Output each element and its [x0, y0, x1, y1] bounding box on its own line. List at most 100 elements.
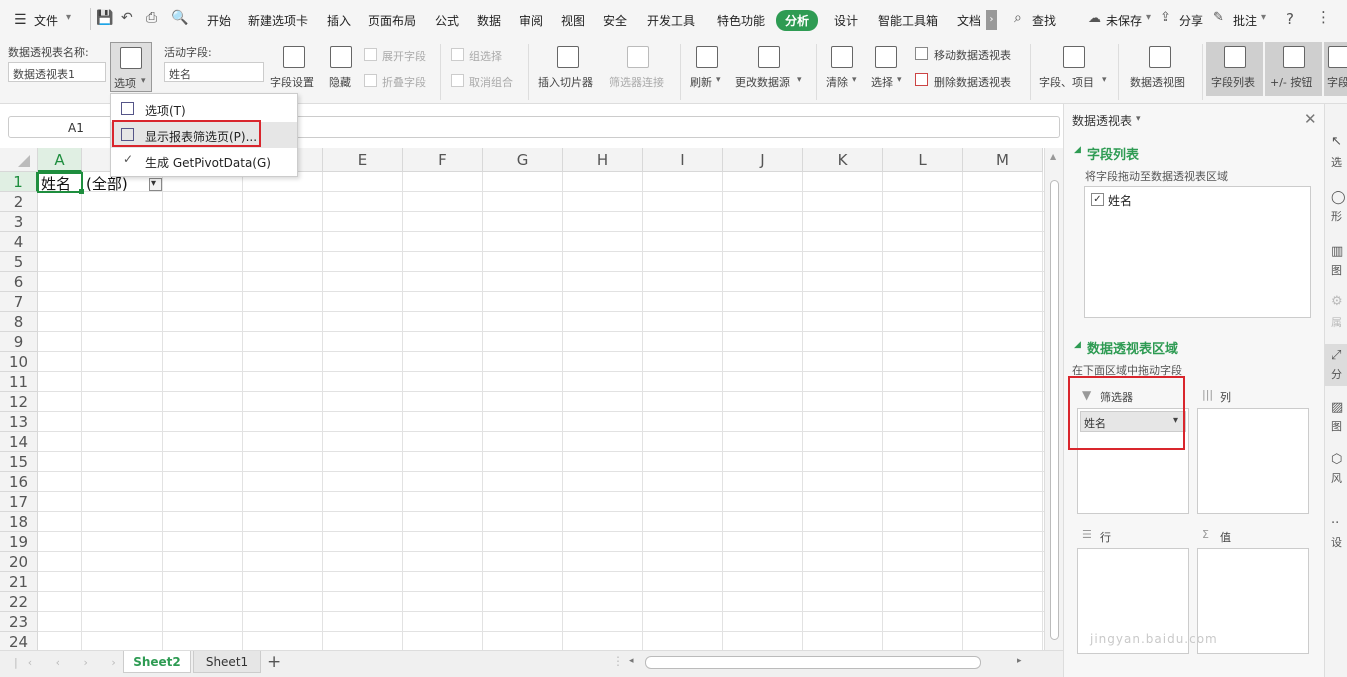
row-header-5[interactable]: 5: [0, 252, 38, 272]
chevron-down-icon[interactable]: ▾: [1146, 12, 1151, 23]
change-source-icon[interactable]: [758, 46, 780, 68]
scroll-tabs-right-icon[interactable]: ›: [986, 10, 997, 30]
close-icon[interactable]: ✕: [1304, 110, 1317, 128]
options-button[interactable]: 选项 ▾: [110, 42, 152, 92]
tab-data[interactable]: 数据: [477, 12, 501, 29]
row-header-7[interactable]: 7: [0, 292, 38, 312]
column-header-h[interactable]: H: [563, 148, 643, 172]
collapse-field-button[interactable]: 折叠字段: [382, 74, 426, 90]
collapse-triangle-icon[interactable]: ◢: [1074, 145, 1081, 155]
row-header-13[interactable]: 13: [0, 412, 38, 432]
column-header-e[interactable]: E: [323, 148, 403, 172]
pivot-chart-icon[interactable]: [1149, 46, 1171, 68]
tab-formula[interactable]: 公式: [435, 12, 459, 29]
column-header-a[interactable]: A: [38, 148, 82, 172]
insert-slicer-button[interactable]: 插入切片器: [538, 74, 593, 90]
row-header-19[interactable]: 19: [0, 532, 38, 552]
refresh-icon[interactable]: [696, 46, 718, 68]
sheet-tab-sheet2[interactable]: Sheet2: [123, 651, 191, 673]
chevron-down-icon[interactable]: ▾: [1136, 114, 1141, 124]
row-header-3[interactable]: 3: [0, 212, 38, 232]
change-source-button[interactable]: 更改数据源: [735, 74, 790, 90]
select-all-corner[interactable]: [0, 148, 38, 172]
side-item-select[interactable]: 选: [1331, 154, 1342, 170]
tab-smart-toolbox[interactable]: 智能工具箱: [878, 12, 938, 29]
plus-minus-button[interactable]: +/- 按钮: [1265, 42, 1322, 96]
delete-pivot-button[interactable]: 删除数据透视表: [934, 74, 1011, 90]
clear-button[interactable]: 清除: [826, 74, 848, 90]
chart-icon[interactable]: ▥: [1331, 244, 1343, 259]
columns-area-box[interactable]: [1197, 408, 1309, 514]
search-icon[interactable]: ⌕: [1014, 10, 1022, 26]
fill-handle[interactable]: [79, 189, 84, 194]
style-icon[interactable]: ⬡: [1331, 452, 1342, 467]
vertical-scrollbar[interactable]: ▲: [1044, 148, 1063, 650]
side-item-settings[interactable]: 设: [1331, 534, 1342, 550]
tab-developer[interactable]: 开发工具: [647, 12, 695, 29]
chevron-down-icon[interactable]: ▾: [66, 12, 71, 23]
help-icon[interactable]: ?: [1286, 10, 1294, 28]
select-icon[interactable]: [875, 46, 897, 68]
print-preview-icon[interactable]: 🔍: [171, 10, 188, 26]
save-icon[interactable]: 💾: [96, 10, 113, 26]
row-header-2[interactable]: 2: [0, 192, 38, 212]
row-header-22[interactable]: 22: [0, 592, 38, 612]
tab-view[interactable]: 视图: [561, 12, 585, 29]
tab-features[interactable]: 特色功能: [717, 12, 765, 29]
row-header-6[interactable]: 6: [0, 272, 38, 292]
pivot-name-input[interactable]: 数据透视表1: [8, 62, 106, 82]
field-list-button[interactable]: 字段列表: [1206, 42, 1263, 96]
expand-field-button[interactable]: 展开字段: [382, 48, 426, 64]
side-item-image[interactable]: 图: [1331, 418, 1342, 434]
tab-docs[interactable]: 文档: [957, 12, 981, 29]
tab-security[interactable]: 安全: [603, 12, 627, 29]
property-icon[interactable]: ⚙: [1331, 294, 1343, 309]
clear-icon[interactable]: [831, 46, 853, 68]
ungroup-button[interactable]: 取消组合: [469, 74, 513, 90]
more-icon[interactable]: ⋮: [1316, 8, 1331, 26]
field-settings-button[interactable]: 字段设置: [270, 74, 314, 90]
side-item-analyze[interactable]: 分: [1331, 366, 1342, 382]
row-header-15[interactable]: 15: [0, 452, 38, 472]
column-header-g[interactable]: G: [483, 148, 563, 172]
menu-item-getpivotdata[interactable]: ✓ 生成 GetPivotData(G): [111, 148, 297, 174]
move-pivot-button[interactable]: 移动数据透视表: [934, 47, 1011, 63]
chevron-down-icon[interactable]: ▾: [1102, 75, 1107, 85]
pivot-chart-button[interactable]: 数据透视图: [1130, 74, 1185, 90]
fields-items-button[interactable]: 字段、项目: [1039, 74, 1094, 90]
tab-new[interactable]: 新建选项卡: [248, 12, 308, 29]
active-field-input[interactable]: 姓名: [164, 62, 264, 82]
menu-item-options[interactable]: 选项(T): [111, 96, 297, 122]
side-item-chart[interactable]: 图: [1331, 262, 1342, 278]
side-item-style[interactable]: 风: [1331, 470, 1342, 486]
split-handle-icon[interactable]: ⋮: [612, 654, 624, 668]
scroll-right-icon[interactable]: ▸: [1017, 656, 1022, 666]
sheet-tab-sheet1[interactable]: Sheet1: [193, 651, 261, 673]
field-item-name[interactable]: 姓名: [1108, 192, 1132, 209]
row-header-16[interactable]: 16: [0, 472, 38, 492]
column-header-l[interactable]: L: [883, 148, 963, 172]
row-header-17[interactable]: 17: [0, 492, 38, 512]
hamburger-icon[interactable]: ☰: [14, 12, 27, 28]
column-header-f[interactable]: F: [403, 148, 483, 172]
row-header-12[interactable]: 12: [0, 392, 38, 412]
select-button[interactable]: 选择: [871, 74, 893, 90]
unsaved-status[interactable]: 未保存: [1106, 12, 1142, 29]
refresh-button[interactable]: 刷新: [690, 74, 712, 90]
row-header-24[interactable]: 24: [0, 632, 38, 650]
scroll-left-icon[interactable]: ◂: [629, 656, 634, 666]
cursor-icon[interactable]: ↖: [1331, 134, 1342, 149]
row-header-1[interactable]: 1: [0, 172, 38, 192]
chevron-down-icon[interactable]: ▾: [797, 75, 802, 85]
column-header-i[interactable]: I: [643, 148, 723, 172]
share-button[interactable]: 分享: [1179, 12, 1203, 29]
row-header-14[interactable]: 14: [0, 432, 38, 452]
cell-reference[interactable]: A1: [68, 121, 84, 135]
column-header-j[interactable]: J: [723, 148, 803, 172]
tab-insert[interactable]: 插入: [327, 12, 351, 29]
print-icon[interactable]: ⎙: [146, 10, 157, 26]
side-item-shape[interactable]: 形: [1331, 208, 1342, 224]
slicer-icon[interactable]: [557, 46, 579, 68]
tab-review[interactable]: 审阅: [519, 12, 543, 29]
add-sheet-button[interactable]: +: [267, 652, 281, 672]
